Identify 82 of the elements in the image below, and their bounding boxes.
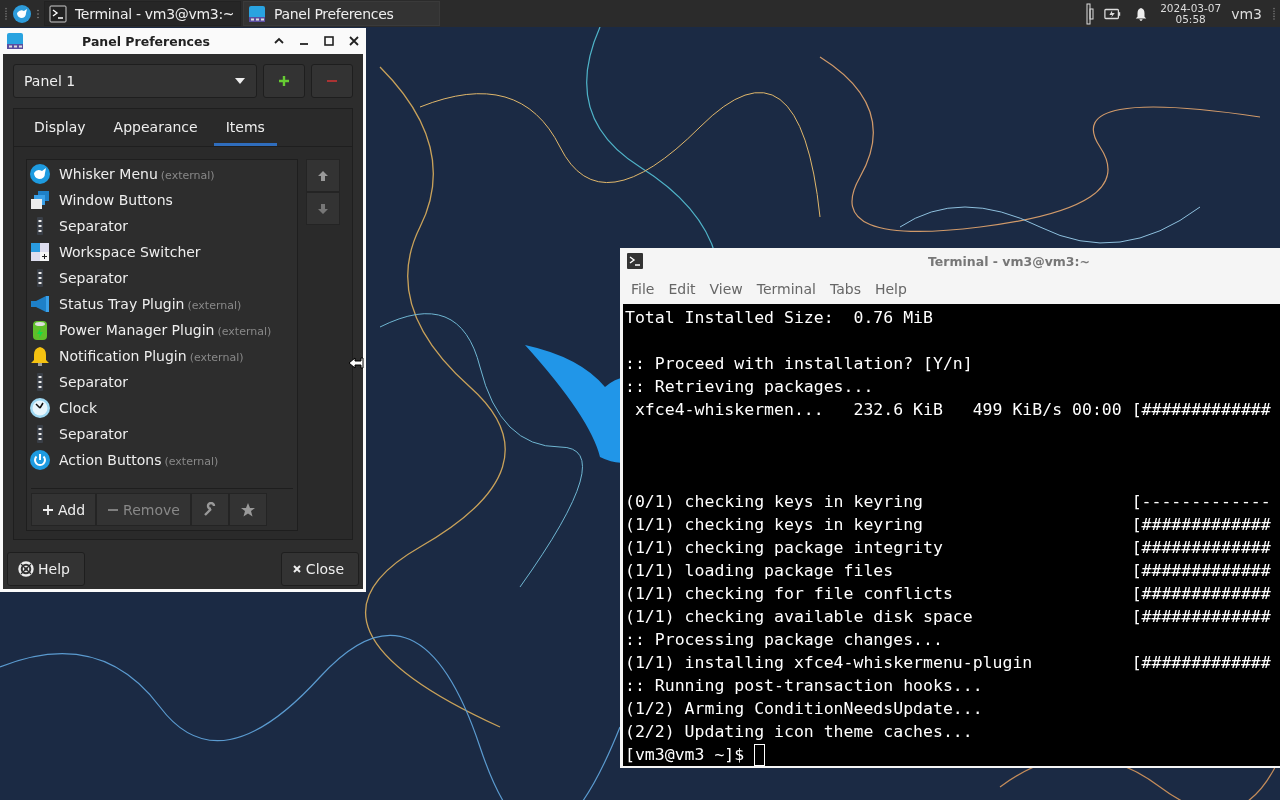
caret-icon (234, 77, 246, 85)
clock-icon (29, 397, 51, 419)
terminal-icon (49, 4, 67, 23)
list-item[interactable]: Separator (29, 213, 295, 239)
windows-icon (29, 189, 51, 211)
panel-icon (248, 4, 266, 23)
preferences-button[interactable] (190, 493, 229, 526)
window-title: Terminal - vm3@vm3:~ (928, 253, 1091, 269)
help-button[interactable]: Help (7, 552, 85, 586)
panel-dropdown[interactable]: Panel 1 (13, 64, 257, 98)
list-item[interactable]: Notification Plugin (external) (29, 343, 295, 369)
separator-icon (37, 373, 43, 391)
terminal-line: :: Running post-transaction hooks... (625, 675, 984, 697)
tab[interactable]: Items (213, 109, 277, 146)
list-item[interactable]: Separator (29, 421, 295, 447)
terminal-line: (1/1) checking package integrity [############# (625, 537, 1272, 559)
about-button[interactable] (228, 493, 267, 526)
terminal-line: :: Processing package changes... (625, 629, 944, 651)
menu-item[interactable]: Help (874, 281, 907, 297)
terminal-line: :: Retrieving packages... (625, 376, 875, 398)
panel-icon (6, 32, 24, 50)
mouse-logo-icon (29, 163, 51, 185)
separator-icon (37, 269, 43, 287)
tab[interactable]: Appearance (101, 109, 210, 146)
move-up-button[interactable] (306, 159, 340, 192)
add-button[interactable]: Add (31, 493, 97, 526)
menu-item[interactable]: Edit (668, 281, 696, 297)
taskbar-button[interactable]: Terminal - vm3@vm3:~ (44, 1, 241, 26)
menu-item[interactable]: View (709, 281, 743, 297)
handle-icon[interactable] (1272, 6, 1276, 21)
megaphone-icon (29, 293, 51, 315)
taskbar-button[interactable]: Panel Preferences (243, 1, 440, 26)
arrow-down-icon (317, 202, 329, 215)
terminal-line: (1/2) Arming ConditionNeedsUpdate... (625, 698, 984, 720)
workspace-icon (29, 241, 51, 263)
terminal-line: (0/1) checking keys in keyring [------------- (625, 491, 1272, 513)
list-item[interactable]: Separator (29, 369, 295, 395)
arrow-up-icon (317, 169, 329, 182)
handle-icon[interactable] (4, 6, 8, 21)
plus-icon (42, 503, 54, 516)
terminal-line: (1/1) loading package files [############# (625, 560, 1272, 582)
list-item[interactable]: Power Manager Plugin (external) (29, 317, 295, 343)
shell-prompt: [vm3@vm3 ~]$ (625, 744, 746, 766)
close-button[interactable]: Close (280, 552, 359, 586)
menu-item[interactable]: Tabs (829, 281, 861, 297)
handle-icon[interactable] (1086, 2, 1095, 25)
terminal-line: (1/1) checking available disk space [############# (625, 606, 1272, 628)
terminal-line: (1/1) checking keys in keyring [############# (625, 514, 1272, 536)
add-panel-button[interactable] (263, 64, 305, 98)
list-item[interactable]: Window Buttons (29, 187, 295, 213)
menu-item[interactable]: File (631, 281, 655, 297)
list-item[interactable]: Clock (29, 395, 295, 421)
close-icon (291, 564, 302, 574)
menu-item[interactable]: Terminal (756, 281, 816, 297)
list-item[interactable]: Workspace Switcher (29, 239, 295, 265)
list-item[interactable]: Separator (29, 265, 295, 291)
terminal-line: xfce4-whiskermen... 232.6 KiB 499 KiB/s 00:00 [############# (633, 399, 1272, 421)
window-title: Panel Preferences (81, 33, 211, 49)
plus-icon (278, 75, 290, 87)
menu-logo-icon[interactable] (12, 3, 32, 24)
terminal-line: (1/1) installing xfce4-whiskermenu-plugin [############# (625, 652, 1272, 674)
terminal-line: Total Installed Size: 0.76 MiB (625, 307, 934, 329)
close-icon[interactable] (348, 35, 360, 47)
battery-icon[interactable] (1104, 6, 1123, 21)
power-icon (29, 449, 51, 471)
terminal-line: (2/2) Updating icon theme caches... (625, 721, 974, 743)
tab[interactable]: Display (22, 109, 98, 146)
user-name[interactable]: vm3 (1231, 5, 1262, 22)
bell-icon (29, 345, 51, 367)
separator-icon (37, 217, 43, 235)
maximize-icon[interactable] (323, 35, 335, 47)
list-item[interactable]: Status Tray Plugin (external) (29, 291, 295, 317)
list-item[interactable]: Whisker Menu (external) (29, 161, 295, 187)
terminal-line: :: Proceed with installation? [Y/n] (625, 353, 974, 375)
star-icon (239, 501, 256, 518)
terminal-line: (1/1) checking for file conflicts [############# (625, 583, 1272, 605)
separator-icon (37, 425, 43, 443)
panel-clock[interactable]: 2024-03-07 05:58 (1160, 2, 1222, 25)
lifebuoy-icon (18, 561, 34, 577)
move-down-button[interactable] (306, 192, 340, 225)
list-item[interactable]: Action Buttons (external) (29, 447, 295, 473)
terminal-icon (626, 252, 644, 270)
